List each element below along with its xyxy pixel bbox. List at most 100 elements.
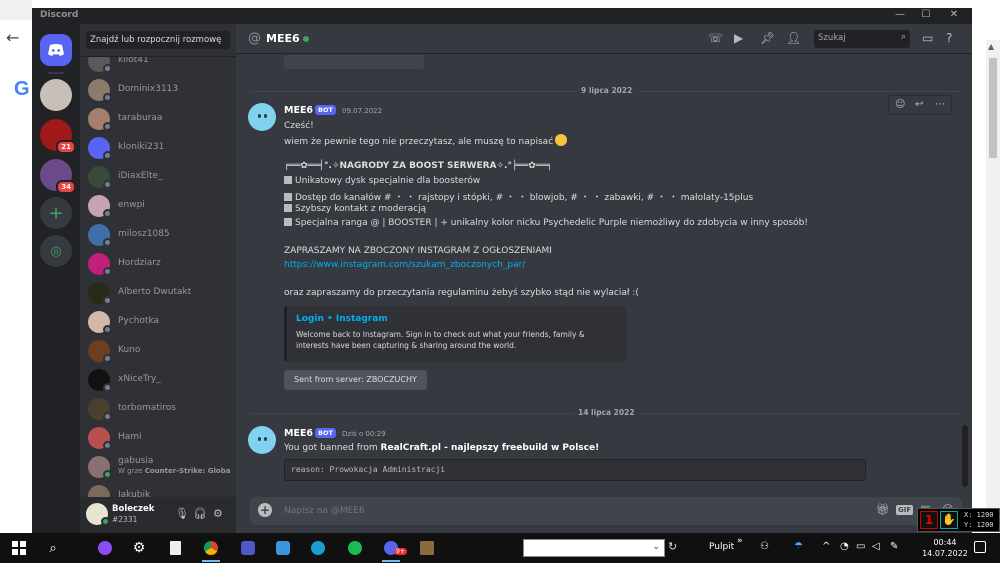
dm-item[interactable]: Pychotka <box>88 310 230 334</box>
windows-start-icon[interactable] <box>2 533 36 563</box>
chrome-icon[interactable] <box>194 533 228 563</box>
message-author[interactable]: MEE6 <box>284 428 313 439</box>
server-icon-3[interactable]: 34 <box>40 159 76 194</box>
status-online-icon <box>101 517 110 526</box>
gif-button[interactable]: GIF <box>896 505 914 515</box>
sent-from-server-button[interactable]: Sent from server: ZBOCZUCHY <box>284 370 427 390</box>
status-offline-icon <box>103 354 112 363</box>
app-title: Discord <box>40 10 79 20</box>
edge-icon[interactable] <box>301 533 335 563</box>
dm-item[interactable]: torbomatiros <box>88 397 230 421</box>
desktop-toolbar-label[interactable]: Pulpit <box>709 542 734 552</box>
embed-title[interactable]: Login • Instagram <box>296 314 388 324</box>
dm-item[interactable]: Dominix3113 <box>88 78 230 102</box>
overlay-app-icon-1[interactable]: 1 <box>920 511 938 529</box>
settings-gear-icon[interactable]: ⚙ <box>213 507 223 520</box>
server-icon-1[interactable] <box>40 79 72 111</box>
status-online-icon <box>103 470 112 479</box>
pen-icon[interactable]: ✎ <box>890 541 898 552</box>
address-combo-input[interactable]: ⌄ <box>523 539 665 557</box>
volume-icon[interactable]: ◁ <box>872 541 880 552</box>
home-button[interactable] <box>40 34 72 66</box>
mee6-avatar[interactable] <box>248 103 276 131</box>
instagram-link[interactable]: https://www.instagram.com/szukam_zboczon… <box>284 260 525 270</box>
dm-item[interactable]: iDiaxElte_ <box>88 165 230 189</box>
battery-icon[interactable]: ▭ <box>856 541 865 552</box>
add-reaction-icon[interactable]: ☺ <box>895 99 905 110</box>
notifications-icon[interactable] <box>974 541 986 553</box>
main-panel: @ MEE6 ☏ ▶ 📌︎ 👤︎ Szukaj ⌕ ▭ ? 9 lipca 20… <box>236 24 972 533</box>
chat-scrollbar[interactable] <box>962 55 968 487</box>
gift-icon[interactable]: 🎁︎ <box>876 503 890 516</box>
settings-gear-icon[interactable]: ⚙ <box>122 533 156 563</box>
add-friend-icon[interactable]: 👤︎ <box>786 31 801 45</box>
system-clock[interactable]: 00:44 14.07.2022 <box>922 537 968 559</box>
store-icon[interactable] <box>266 533 300 563</box>
chat-scrollbar-thumb[interactable] <box>962 425 968 487</box>
teams-icon[interactable] <box>231 533 265 563</box>
dm-item[interactable]: Hordziarz <box>88 252 230 276</box>
message-author[interactable]: MEE6 <box>284 105 313 116</box>
server-icon-2[interactable]: 21 <box>40 119 76 154</box>
help-icon[interactable]: ? <box>946 31 952 45</box>
maximize-button[interactable]: ☐ <box>916 9 936 20</box>
close-button[interactable]: ✕ <box>944 9 964 20</box>
mee6-avatar[interactable] <box>248 426 276 454</box>
network-icon[interactable]: ◔ <box>840 541 849 552</box>
discord-logo-icon <box>48 44 64 56</box>
dm-item[interactable]: Jakubik <box>88 484 230 497</box>
back-arrow-icon[interactable]: ← <box>6 28 19 47</box>
scroll-up-arrow-icon[interactable]: ▲ <box>988 42 994 51</box>
avatar <box>88 485 110 497</box>
dm-item[interactable]: Kuno <box>88 339 230 363</box>
dm-item[interactable]: gabusiaW grze Counter-Strike: Global ... <box>88 455 230 479</box>
video-call-icon[interactable]: ▶ <box>734 31 743 45</box>
message-composer[interactable]: + Napisz na @MEE6 🎁︎ GIF ▣ ☺ <box>250 497 962 525</box>
show-hidden-icons-chevron[interactable]: ^ <box>822 541 830 552</box>
explore-compass-icon[interactable]: ◎ <box>40 235 72 267</box>
dm-item[interactable]: taraburaa <box>88 107 230 131</box>
dm-item[interactable]: kilot41 <box>88 57 230 73</box>
dm-item[interactable]: milosz1085 <box>88 223 230 247</box>
user-panel: Boleczek #2331 🎙︎ 🎧︎ ⚙ <box>80 497 236 533</box>
search-placeholder: Szukaj <box>818 33 846 43</box>
bot-tag: BOT <box>315 428 336 438</box>
refresh-icon[interactable]: ↻ <box>668 540 677 553</box>
bot-tag: BOT <box>315 105 336 115</box>
minimize-button[interactable]: — <box>890 9 910 20</box>
status-offline-icon <box>103 64 112 73</box>
weather-icon[interactable]: ☂ <box>794 541 803 552</box>
add-server-icon[interactable]: + <box>40 197 72 229</box>
dm-item[interactable]: xNiceTry_ <box>88 368 230 392</box>
toolbar-chevron[interactable]: » <box>737 536 743 546</box>
headphones-icon[interactable]: 🎧︎ <box>193 507 207 520</box>
messenger-icon[interactable] <box>88 533 122 563</box>
dm-item[interactable]: kloniki231 <box>88 136 230 160</box>
inbox-icon[interactable]: ▭ <box>922 31 933 45</box>
username: Boleczek <box>112 504 155 514</box>
dm-item[interactable]: enwpi <box>88 194 230 218</box>
reply-icon[interactable]: ↩ <box>915 99 923 110</box>
header-search-input[interactable]: Szukaj ⌕ <box>814 30 910 48</box>
dm-item[interactable]: Alberto Dwutakt <box>88 281 230 305</box>
dm-item[interactable]: Hami <box>88 426 230 450</box>
composer-placeholder: Napisz na @MEE6 <box>284 506 365 516</box>
minecraft-icon[interactable] <box>410 533 444 563</box>
spotify-icon[interactable] <box>338 533 372 563</box>
overlay-hand-icon[interactable]: ✋ <box>940 511 958 529</box>
search-icon[interactable]: ⌕ <box>36 533 70 563</box>
microphone-icon[interactable]: 🎙︎ <box>175 507 189 520</box>
pin-icon[interactable]: 📌︎ <box>760 31 775 45</box>
more-options-icon[interactable]: ⋯ <box>935 99 945 110</box>
discord-taskbar-icon[interactable]: 9+ <box>374 533 408 563</box>
dm-activity: W grze Counter-Strike: Global ... <box>118 467 230 475</box>
file-icon[interactable] <box>158 533 192 563</box>
dropdown-arrow-icon[interactable]: ⌄ <box>652 542 660 552</box>
attach-plus-icon[interactable]: + <box>258 503 272 517</box>
voice-call-icon[interactable]: ☏ <box>708 31 723 45</box>
coordinates-overlay: 1 ✋ X: 1200 Y: 1200 <box>917 508 1000 532</box>
people-icon[interactable]: ⚇ <box>760 541 769 552</box>
previous-embed <box>284 55 424 69</box>
browser-scrollbar-thumb[interactable] <box>989 58 997 158</box>
dm-search-input[interactable]: Znajdź lub rozpocznij rozmowę <box>86 31 230 49</box>
